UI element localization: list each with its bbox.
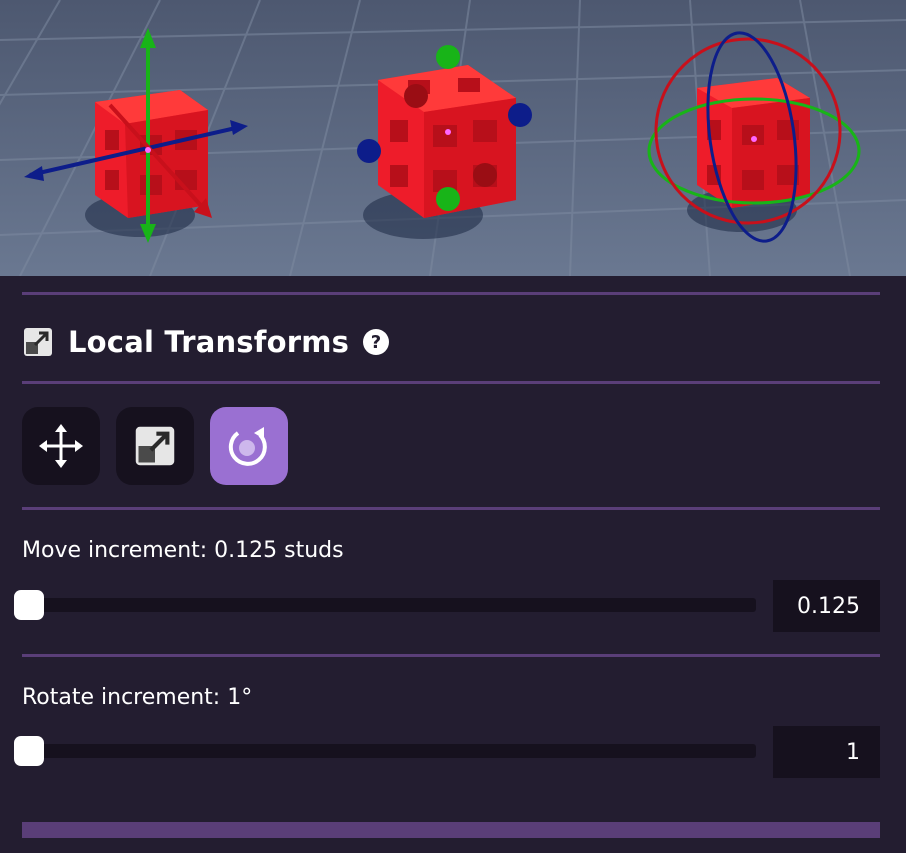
bottom-bar	[22, 822, 880, 838]
divider	[22, 654, 880, 657]
gizmo-preview-viewport	[0, 0, 906, 276]
scale-tool-button[interactable]	[116, 407, 194, 485]
move-arrows-icon	[39, 424, 83, 468]
rotate-gizmo-preview	[602, 0, 906, 276]
divider	[22, 381, 880, 384]
rotate-increment-slider-track[interactable]	[22, 744, 756, 758]
section-header: Local Transforms ?	[22, 322, 391, 362]
svg-text:?: ?	[371, 332, 381, 353]
move-tool-button[interactable]	[22, 407, 100, 485]
move-gizmo-preview	[0, 0, 298, 276]
rotate-icon	[228, 427, 267, 466]
local-transforms-panel	[0, 276, 906, 853]
move-increment-slider-track[interactable]	[22, 598, 756, 612]
section-title: Local Transforms	[68, 325, 350, 359]
resize-icon	[135, 426, 175, 466]
move-increment-input[interactable]	[773, 580, 880, 632]
move-increment-slider-handle[interactable]	[14, 590, 44, 620]
move-increment-label: Move increment: 0.125 studs	[22, 538, 344, 563]
scale-gizmo-preview	[298, 0, 602, 276]
divider	[22, 507, 880, 510]
rotate-increment-input[interactable]	[773, 726, 880, 778]
rotate-increment-slider-handle[interactable]	[14, 736, 44, 766]
divider	[22, 292, 880, 295]
resize-icon	[24, 328, 52, 356]
rotate-increment-label: Rotate increment: 1°	[22, 685, 253, 710]
rotate-tool-button[interactable]	[210, 407, 288, 485]
help-icon[interactable]: ?	[361, 327, 391, 357]
